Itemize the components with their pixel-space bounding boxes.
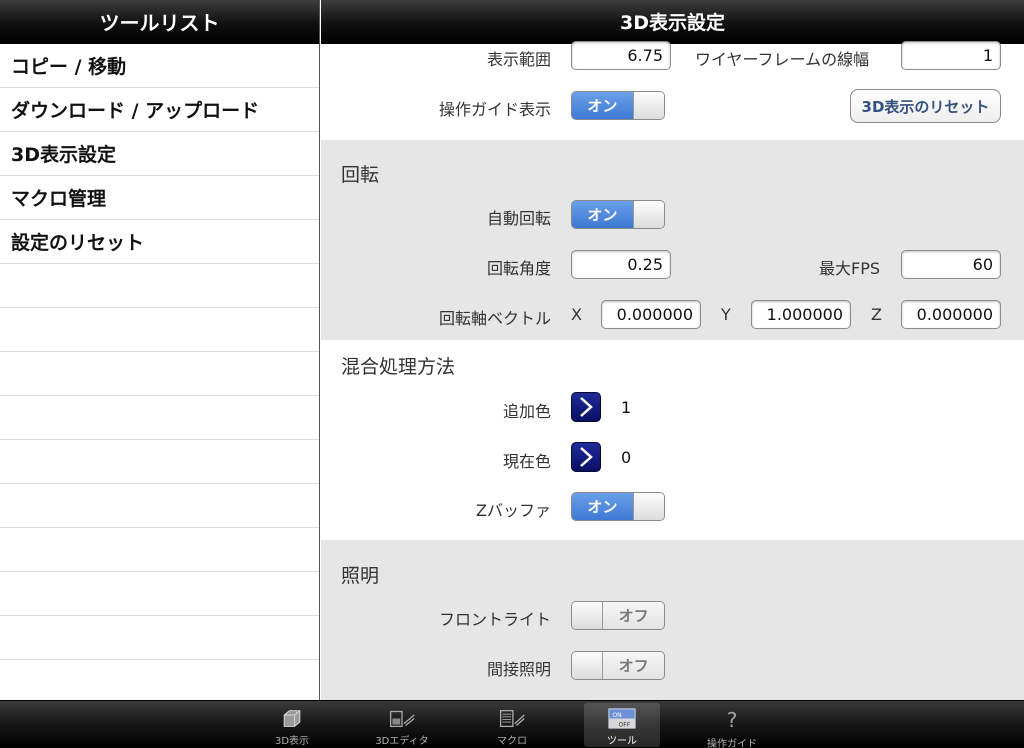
auto-rotate-label: 自動回転 <box>486 209 551 228</box>
current-color-button[interactable] <box>571 442 601 472</box>
sidebar-item-label: マクロ管理 <box>11 188 107 210</box>
blend-section: 混合処理方法 追加色 1 現在色 0 Zバッファ オン <box>321 340 1024 540</box>
front-light-toggle[interactable]: オフ <box>571 601 665 630</box>
guide-label: 操作ガイド表示 <box>438 100 551 119</box>
tab-tools[interactable]: ON OFF ツール <box>584 703 660 747</box>
rotation-section: 回転 自動回転 オン 回転角度 0.25 最大FPS 60 回転軸ベクトル X … <box>321 140 1024 340</box>
tab-label: ツール <box>607 736 637 747</box>
lighting-title: 照明 <box>341 565 380 587</box>
rotation-title: 回転 <box>341 164 380 186</box>
sidebar-empty-row <box>0 396 319 440</box>
sidebar-item-macro-manage[interactable]: マクロ管理 <box>0 176 319 220</box>
max-fps-label: 最大FPS <box>818 259 880 278</box>
tab-3d-editor[interactable]: 3Dエディタ <box>364 703 440 747</box>
tab-label: 3Dエディタ <box>375 736 429 747</box>
toggle-on-label: オン <box>572 493 633 520</box>
sidebar: ツールリスト コピー / 移動 ダウンロード / アップロード 3D表示設定 マ… <box>0 0 320 704</box>
blend-title: 混合処理方法 <box>341 356 456 378</box>
page-title: 3D表示設定 <box>620 12 725 34</box>
sidebar-item-download-upload[interactable]: ダウンロード / アップロード <box>0 88 319 132</box>
sidebar-item-label: 設定のリセット <box>11 232 145 254</box>
sidebar-item-label: 3D表示設定 <box>11 144 116 166</box>
wire-width-label: ワイヤーフレームの線幅 <box>695 50 870 69</box>
zbuffer-toggle[interactable]: オン <box>571 492 665 521</box>
add-color-value: 1 <box>621 398 632 417</box>
add-color-button[interactable] <box>571 392 601 422</box>
max-fps-field[interactable]: 60 <box>901 250 1001 279</box>
editor-icon <box>389 710 415 728</box>
toggle-knob <box>632 493 664 520</box>
rotate-angle-field[interactable]: 0.25 <box>571 250 671 279</box>
toggle-knob <box>632 92 664 119</box>
sidebar-empty-row <box>0 528 319 572</box>
chevron-right-icon <box>580 397 593 417</box>
lighting-section: 照明 フロントライト オフ 間接照明 オフ <box>321 540 1024 700</box>
sidebar-item-copy-move[interactable]: コピー / 移動 <box>0 44 319 88</box>
tab-label: 3D表示 <box>274 736 310 747</box>
indirect-light-toggle[interactable]: オフ <box>571 651 665 680</box>
sidebar-title: ツールリスト <box>99 11 220 35</box>
main-panel: 3D表示設定 表示範囲 6.75 ワイヤーフレームの線幅 1 操作ガイド表示 オ… <box>321 0 1024 700</box>
sidebar-empty-row <box>0 264 319 308</box>
axis-x-field[interactable]: 0.000000 <box>601 300 701 329</box>
off-glyph: OFF <box>619 721 631 728</box>
sidebar-empty-row <box>0 484 319 528</box>
current-color-label: 現在色 <box>502 452 551 471</box>
question-icon: ? <box>726 708 738 732</box>
wire-width-field[interactable]: 1 <box>901 41 1001 70</box>
cube-icon <box>283 710 301 727</box>
main-navbar: 3D表示設定 <box>321 0 1024 44</box>
axis-x-label: X <box>571 305 582 324</box>
tab-guide[interactable]: ? 操作ガイド <box>694 703 770 748</box>
reset-3d-button[interactable]: 3D表示のリセット <box>850 89 1001 123</box>
app-window: ツールリスト コピー / 移動 ダウンロード / アップロード 3D表示設定 マ… <box>0 0 1024 748</box>
sidebar-item-reset-settings[interactable]: 設定のリセット <box>0 220 319 264</box>
sidebar-empty-row <box>0 616 319 660</box>
rotate-angle-label: 回転角度 <box>486 259 551 278</box>
toggle-on-label: オン <box>572 201 633 228</box>
zbuffer-label: Zバッファ <box>476 501 551 520</box>
sidebar-item-label: ダウンロード / アップロード <box>11 100 260 122</box>
indirect-light-label: 間接照明 <box>486 660 551 679</box>
sidebar-item-3d-settings[interactable]: 3D表示設定 <box>0 132 319 176</box>
toggle-off-label: オフ <box>603 602 664 629</box>
sidebar-navbar: ツールリスト <box>0 0 319 44</box>
tab-macro[interactable]: マクロ <box>474 703 550 747</box>
axis-z-field[interactable]: 0.000000 <box>901 300 1001 329</box>
toggle-on-label: オン <box>572 92 633 119</box>
toggle-knob <box>572 652 604 679</box>
sidebar-item-label: コピー / 移動 <box>11 56 127 78</box>
axis-y-field[interactable]: 1.000000 <box>751 300 851 329</box>
toggle-knob <box>572 602 604 629</box>
tab-label: マクロ <box>497 736 527 747</box>
tab-label: 操作ガイド <box>707 739 757 748</box>
display-section: 表示範囲 6.75 ワイヤーフレームの線幅 1 操作ガイド表示 オン 3D表示の… <box>321 41 1024 140</box>
onoff-icon: ON OFF <box>608 708 636 729</box>
guide-toggle[interactable]: オン <box>571 91 665 120</box>
auto-rotate-toggle[interactable]: オン <box>571 200 665 229</box>
axis-y-label: Y <box>721 305 731 324</box>
toggle-off-label: オフ <box>603 652 664 679</box>
rotate-axis-label: 回転軸ベクトル <box>438 309 551 328</box>
chevron-right-icon <box>580 447 593 467</box>
front-light-label: フロントライト <box>438 610 551 629</box>
add-color-label: 追加色 <box>502 402 551 421</box>
tab-bar: 3D表示 3Dエディタ マクロ ON OFF ツール ? 操作ガイド <box>0 700 1024 748</box>
on-glyph: ON <box>612 712 621 719</box>
range-label: 表示範囲 <box>486 50 551 69</box>
sidebar-empty-row <box>0 572 319 616</box>
sidebar-empty-row <box>0 440 319 484</box>
toggle-knob <box>632 201 664 228</box>
axis-z-label: Z <box>871 305 882 324</box>
macro-icon <box>499 709 525 728</box>
range-field[interactable]: 6.75 <box>571 41 671 70</box>
sidebar-empty-row <box>0 308 319 352</box>
current-color-value: 0 <box>621 448 632 467</box>
sidebar-list: コピー / 移動 ダウンロード / アップロード 3D表示設定 マクロ管理 設定… <box>0 44 319 704</box>
sidebar-empty-row <box>0 352 319 396</box>
tab-3d-view[interactable]: 3D表示 <box>254 703 330 747</box>
sidebar-empty-row <box>0 660 319 704</box>
